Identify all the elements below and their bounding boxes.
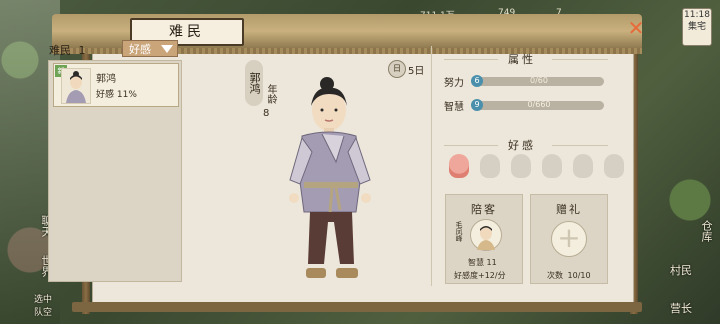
column-divider	[431, 46, 432, 286]
favor-level-icon	[480, 154, 500, 178]
avatar	[61, 68, 91, 104]
age-value: 8	[263, 108, 270, 119]
list-count: 1	[78, 44, 86, 57]
chevron-down-icon	[161, 45, 173, 53]
clock-time: 11:18	[684, 10, 710, 20]
stat-wisdom-value: 9	[471, 99, 483, 111]
gift-count-label: 次数	[547, 271, 563, 280]
list-item[interactable]: 新 郭鸿 好感 11%	[53, 63, 179, 107]
section-line	[444, 59, 498, 60]
close-icon[interactable]: ✕	[626, 18, 646, 38]
stat-effort-bar: 0/60	[474, 76, 604, 86]
list-item-name: 郭鸿	[96, 74, 116, 85]
favor-level-icon	[542, 154, 562, 178]
character-name: 郭鸿	[245, 60, 263, 106]
companion-panel[interactable]: 陪客 毛凤峰 智慧 11 好感度+12/分	[445, 194, 523, 284]
companion-guest-name: 毛凤峰	[455, 221, 463, 242]
filter-label: 好感	[129, 43, 151, 56]
companion-title: 陪客	[471, 203, 497, 216]
gift-panel[interactable]: 赠礼 + 次数 10/10	[530, 194, 608, 284]
stat-effort-label: 努力	[444, 78, 464, 89]
section-line	[552, 145, 608, 146]
gift-title: 赠礼	[556, 203, 582, 216]
stat-effort-text: 0/60	[530, 76, 548, 85]
right-label-camp[interactable]: 营长	[670, 300, 692, 316]
add-gift-button[interactable]: +	[551, 221, 587, 257]
companion-wisdom: 智慧 11	[468, 258, 497, 267]
days-count: 5日	[408, 66, 425, 77]
gift-count-value: 10/10	[567, 271, 591, 280]
right-label-warehouse[interactable]: 仓库	[698, 220, 714, 242]
favor-level-icon	[449, 154, 469, 178]
companion-rate: 好感度+12/分	[454, 271, 506, 280]
stat-effort-value: 6	[471, 75, 483, 87]
clock-label: 集宅	[687, 22, 706, 32]
section-line	[552, 59, 608, 60]
wooden-base	[72, 302, 642, 312]
favor-level-icon	[604, 154, 624, 178]
stat-wisdom-label: 智慧	[444, 102, 464, 113]
stat-wisdom-bar: 0/660	[474, 100, 604, 110]
sort-filter-dropdown[interactable]: 好感	[122, 40, 178, 57]
list-title: 难民	[49, 44, 71, 57]
attributes-title: 属性	[508, 53, 536, 66]
map-clock-button[interactable]: 11:18 集宅	[682, 8, 712, 46]
gift-count: 次数 10/10	[547, 270, 591, 281]
favor-level-icon	[573, 154, 593, 178]
companion-avatar	[470, 219, 502, 251]
age-label: 年龄	[265, 84, 276, 104]
favor-level-icon	[511, 154, 531, 178]
character-portrait	[289, 77, 371, 278]
section-line	[444, 145, 498, 146]
list-item-favor: 好感 11%	[96, 90, 137, 100]
favor-title: 好感	[508, 139, 536, 152]
right-label-villagers[interactable]: 村民	[670, 262, 692, 278]
stat-wisdom-text: 0/660	[527, 100, 551, 109]
list-header: 难民 1	[49, 42, 86, 58]
